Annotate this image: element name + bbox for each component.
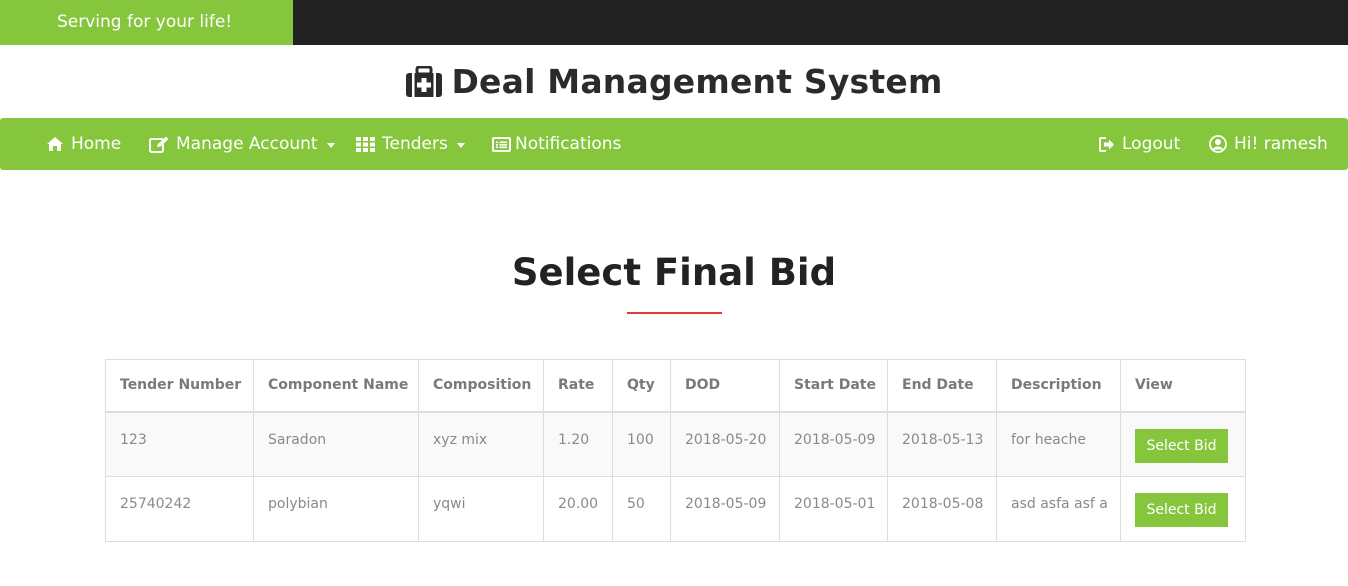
nav-manage-account-label: Manage Account: [176, 134, 318, 154]
nav-home-label: Home: [71, 134, 122, 154]
bids-table-container: Tender Number Component Name Composition…: [105, 359, 1246, 543]
brand-title: Deal Management System: [451, 62, 943, 101]
description-cell: asd asfa asf a: [996, 476, 1121, 542]
end-date-cell: 2018-05-08: [887, 476, 997, 542]
end-date-cell: 2018-05-13: [887, 411, 997, 477]
column-header: Description: [996, 359, 1121, 413]
nav-notifications-label: Notifications: [515, 134, 622, 154]
start-date-cell: 2018-05-09: [779, 411, 888, 477]
qty-cell: 50: [612, 476, 671, 542]
home-icon: [46, 136, 64, 152]
nav-notifications[interactable]: Notifications: [492, 118, 621, 170]
nav-user-label: Hi! ramesh: [1234, 134, 1328, 154]
rate-cell: 1.20: [543, 411, 613, 477]
table-row: 123 Saradon xyz mix 1.20 100 2018-05-20 …: [105, 411, 1246, 477]
nav-tenders[interactable]: Tenders: [356, 118, 465, 170]
page-title: Select Final Bid: [511, 251, 837, 294]
nav-manage-account[interactable]: Manage Account: [149, 118, 335, 170]
logout-icon: [1099, 136, 1115, 152]
table-header-row: Tender Number Component Name Composition…: [105, 359, 1246, 413]
column-header: Component Name: [253, 359, 419, 413]
qty-cell: 100: [612, 411, 671, 477]
tagline: Serving for your life!: [0, 0, 293, 45]
dod-cell: 2018-05-20: [670, 411, 780, 477]
nav-tenders-label: Tenders: [382, 134, 448, 154]
bids-table: Tender Number Component Name Composition…: [105, 359, 1246, 542]
column-header: View: [1120, 359, 1246, 413]
dod-cell: 2018-05-09: [670, 476, 780, 542]
table-row: 25740242 polybian yqwi 20.00 50 2018-05-…: [105, 476, 1246, 542]
description-cell: for heache: [996, 411, 1121, 477]
view-cell: Select Bid: [1120, 476, 1246, 542]
medkit-icon: [405, 65, 443, 98]
rate-cell: 20.00: [543, 476, 613, 542]
tender-number-cell: 123: [105, 411, 254, 477]
nav-logout-label: Logout: [1122, 134, 1181, 154]
top-bar: Serving for your life!: [0, 0, 1348, 45]
grid-icon: [356, 136, 375, 152]
brand-header: Deal Management System: [0, 45, 1348, 118]
tender-number-cell: 25740242: [105, 476, 254, 542]
column-header: Composition: [418, 359, 544, 413]
edit-icon: [149, 136, 169, 153]
composition-cell: yqwi: [418, 476, 544, 542]
main-navbar: Home Manage Account Tenders Notification…: [0, 118, 1348, 170]
column-header: Start Date: [779, 359, 888, 413]
component-name-cell: Saradon: [253, 411, 419, 477]
composition-cell: xyz mix: [418, 411, 544, 477]
select-bid-button[interactable]: Select Bid: [1135, 493, 1228, 527]
column-header: DOD: [670, 359, 780, 413]
title-underline: [627, 312, 722, 314]
caret-down-icon: [326, 142, 335, 148]
user-circle-icon: [1209, 135, 1227, 153]
column-header: End Date: [887, 359, 997, 413]
column-header: Rate: [543, 359, 613, 413]
caret-down-icon: [456, 142, 465, 148]
column-header: Qty: [612, 359, 671, 413]
nav-home[interactable]: Home: [46, 118, 121, 170]
start-date-cell: 2018-05-01: [779, 476, 888, 542]
view-cell: Select Bid: [1120, 411, 1246, 477]
component-name-cell: polybian: [253, 476, 419, 542]
list-alt-icon: [492, 136, 511, 152]
column-header: Tender Number: [105, 359, 254, 413]
select-bid-button[interactable]: Select Bid: [1135, 428, 1228, 463]
nav-logout[interactable]: Logout: [1099, 118, 1180, 170]
nav-user[interactable]: Hi! ramesh: [1209, 118, 1328, 170]
